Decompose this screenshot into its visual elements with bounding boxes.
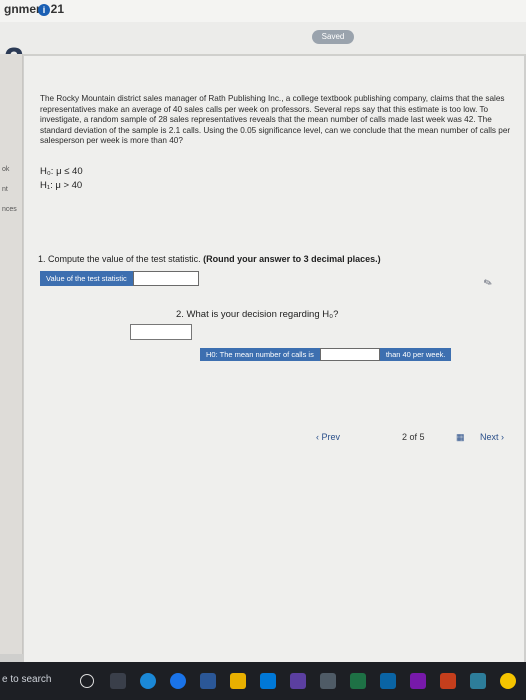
app-icon[interactable] — [320, 673, 336, 689]
question-navigation: ‹ Prev 2 of 5 ▦ Next › — [24, 432, 524, 446]
chrome-icon[interactable] — [170, 673, 186, 689]
sidebar-label-ebook[interactable]: ok — [2, 166, 9, 173]
assignment-top-bar: gnment 21 i — [0, 0, 526, 23]
sidebar-label-print[interactable]: nt — [2, 186, 8, 193]
question-header: 2 Saved — [0, 22, 526, 81]
left-sidebar: ok nt nces — [0, 54, 23, 654]
pencil-icon: ✎ — [482, 276, 495, 291]
office-icon[interactable] — [440, 673, 456, 689]
app-icon-2[interactable] — [470, 673, 486, 689]
next-button[interactable]: Next › — [480, 432, 504, 442]
word-icon[interactable] — [200, 673, 216, 689]
test-statistic-row: Value of the test statistic — [40, 271, 199, 286]
question-1-text: 1. Compute the value of the test statist… — [38, 254, 201, 264]
sidebar-label-references[interactable]: nces — [2, 206, 17, 213]
assignment-title: gnment 21 — [4, 2, 65, 16]
decision-prefix-label: H0: The mean number of calls is — [200, 348, 320, 361]
null-hypothesis: H₀: μ ≤ 40 — [40, 166, 83, 177]
decision-input[interactable] — [319, 348, 380, 361]
test-statistic-label: Value of the test statistic — [40, 271, 133, 286]
prev-button[interactable]: ‹ Prev — [316, 432, 340, 442]
saved-badge: Saved — [312, 30, 354, 44]
problem-text: The Rocky Mountain district sales manage… — [40, 94, 511, 146]
page-indicator: 2 of 5 — [402, 432, 425, 442]
grid-icon[interactable]: ▦ — [456, 432, 465, 443]
app-icon-3[interactable] — [500, 673, 516, 689]
question-panel: The Rocky Mountain district sales manage… — [24, 56, 524, 662]
decision-row: H0: The mean number of calls is than 40 p… — [200, 348, 452, 361]
question-1-instruction: (Round your answer to 3 decimal places.) — [203, 254, 381, 264]
excel-icon[interactable] — [350, 673, 366, 689]
file-explorer-icon[interactable] — [230, 673, 246, 689]
cortana-icon[interactable] — [80, 674, 94, 688]
onenote-icon[interactable] — [380, 673, 396, 689]
decision-select[interactable] — [130, 324, 192, 340]
question-2-text: 2. What is your decision regarding H₀? — [176, 309, 339, 320]
store-icon[interactable] — [290, 673, 306, 689]
decision-suffix-label: than 40 per week. — [379, 348, 452, 361]
mail-icon[interactable] — [260, 673, 276, 689]
edge-icon[interactable] — [140, 673, 156, 689]
task-view-icon[interactable] — [110, 673, 126, 689]
info-icon[interactable]: i — [38, 4, 50, 16]
question-1: 1. Compute the value of the test statist… — [38, 254, 381, 264]
windows-taskbar: e to search — [0, 662, 526, 700]
powerpoint-icon[interactable] — [410, 673, 426, 689]
taskbar-search[interactable]: e to search — [2, 674, 51, 685]
alt-hypothesis: H₁: μ > 40 — [40, 180, 83, 191]
test-statistic-input[interactable] — [132, 271, 199, 286]
